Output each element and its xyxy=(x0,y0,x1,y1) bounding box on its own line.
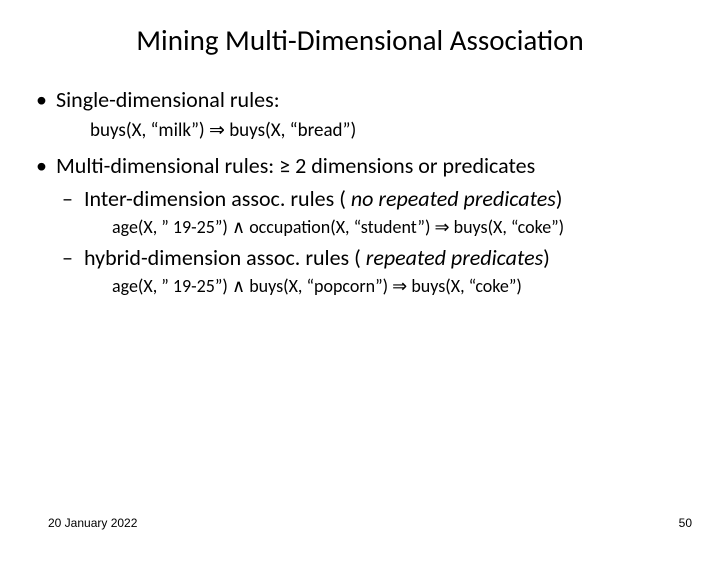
subbullet-text: hybrid-dimension assoc. rules ( xyxy=(84,244,361,271)
rule-text: buys(X, “bread”) xyxy=(229,119,356,142)
geq-symbol: ≥ xyxy=(279,152,295,179)
bullet-text: 2 dimensions or predicates xyxy=(295,152,535,179)
subbullet-italic: no repeated predicates xyxy=(351,185,556,212)
bullet-text: Multi-dimensional rules: xyxy=(56,152,274,179)
rule-text: buys(X, “milk”) xyxy=(90,119,209,142)
footer-page-number: 50 xyxy=(679,516,692,530)
subbullet-paren: ) xyxy=(543,244,550,271)
rule-text: age(X, ” 19-25”) xyxy=(112,275,232,297)
and-symbol: ∧ xyxy=(232,275,249,297)
rule-inter-dim: age(X, ” 19-25”) ∧ occupation(X, “studen… xyxy=(30,216,690,238)
bullet-single-dim: Single-dimensional rules: xyxy=(30,86,690,113)
subbullet-hybrid-dim: hybrid-dimension assoc. rules ( repeated… xyxy=(30,244,690,271)
rule-hybrid-dim: age(X, ” 19-25”) ∧ buys(X, “popcorn”) ⇒ … xyxy=(30,275,690,297)
rule-text: occupation(X, “student”) xyxy=(249,216,434,238)
and-symbol: ∧ xyxy=(232,216,249,238)
slide-title: Mining Multi-Dimensional Association xyxy=(0,22,720,58)
rule-text: buys(X, “coke”) xyxy=(454,216,565,238)
rule-single-dim: buys(X, “milk”) ⇒ buys(X, “bread”) xyxy=(30,119,690,142)
rule-text: age(X, ” 19-25”) xyxy=(112,216,232,238)
subbullet-italic: repeated predicates xyxy=(366,244,543,271)
subbullet-paren: ) xyxy=(556,185,563,212)
slide-body: Single-dimensional rules: buys(X, “milk”… xyxy=(0,86,720,297)
subbullet-inter-dim: Inter-dimension assoc. rules ( no repeat… xyxy=(30,185,690,212)
rule-text: buys(X, “popcorn”) xyxy=(249,275,392,297)
subbullet-text: Inter-dimension assoc. rules ( xyxy=(84,185,346,212)
rule-text: buys(X, “coke”) xyxy=(411,275,522,297)
implies-symbol: ⇒ xyxy=(209,119,229,142)
implies-symbol: ⇒ xyxy=(392,275,411,297)
footer-date: 20 January 2022 xyxy=(48,516,137,530)
implies-symbol: ⇒ xyxy=(434,216,453,238)
bullet-multi-dim: Multi-dimensional rules: ≥ 2 dimensions … xyxy=(30,152,690,179)
